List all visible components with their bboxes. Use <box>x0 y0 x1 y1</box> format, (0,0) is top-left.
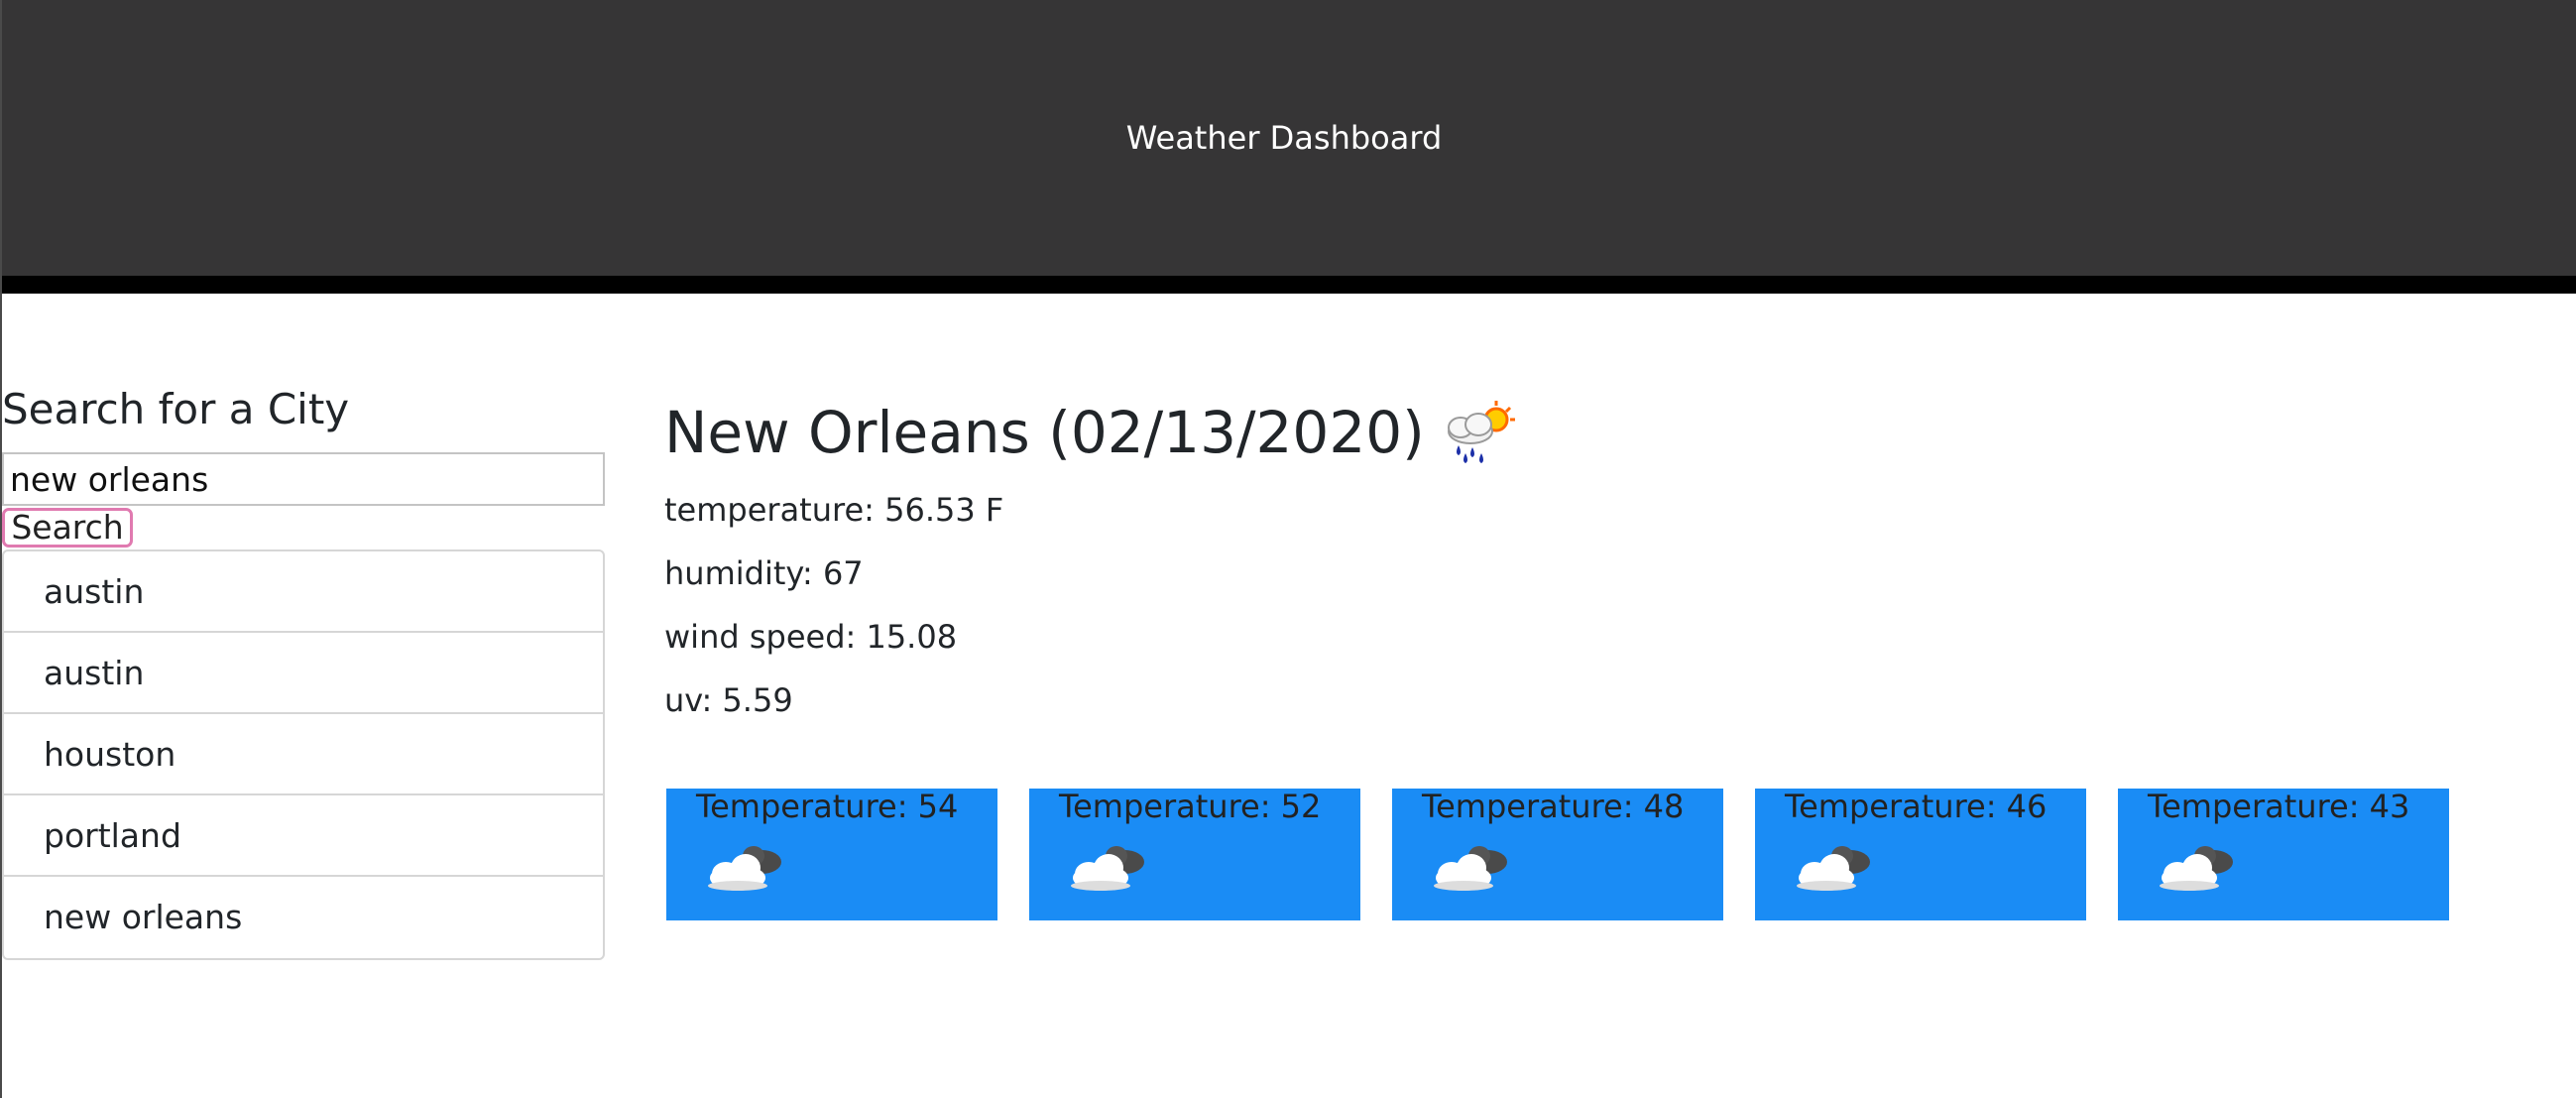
humidity-stat: humidity: 67 <box>664 554 864 592</box>
page: Weather Dashboard Search for a City Sear… <box>0 0 2576 1098</box>
partly-cloudy-icon <box>1797 846 1870 891</box>
header-divider <box>2 276 2576 294</box>
city-history-item[interactable]: houston <box>4 714 603 795</box>
forecast-temperature: Temperature: 46 <box>1785 788 2048 825</box>
rain-sun-cloud-icon <box>1447 401 1515 463</box>
forecast-temperature: Temperature: 52 <box>1059 788 1322 825</box>
forecast-card: Temperature: 46 <box>1755 789 2086 920</box>
temperature-stat: temperature: 56.53 F <box>664 491 1004 529</box>
header: Weather Dashboard <box>2 0 2576 276</box>
partly-cloudy-icon <box>708 846 781 891</box>
forecast-temperature: Temperature: 43 <box>2148 788 2410 825</box>
forecast-card: Temperature: 52 <box>1029 789 1360 920</box>
forecast-card: Temperature: 54 <box>666 789 997 920</box>
current-weather: New Orleans (02/13/2020) temperature: 56… <box>664 393 1518 732</box>
forecast-card: Temperature: 43 <box>2118 789 2449 920</box>
city-history-item[interactable]: new orleans <box>4 877 603 958</box>
city-history-list: austin austin houston portland new orlea… <box>2 549 605 960</box>
current-city-heading: New Orleans (02/13/2020) <box>664 393 1518 472</box>
wind-speed-stat: wind speed: 15.08 <box>664 618 958 656</box>
current-city-title: New Orleans (02/13/2020) <box>664 399 1425 466</box>
forecast-card: Temperature: 48 <box>1392 789 1723 920</box>
search-button[interactable]: Search <box>2 508 133 548</box>
sidebar: Search for a City Search austin austin h… <box>2 385 605 960</box>
forecast-temperature: Temperature: 54 <box>696 788 959 825</box>
forecast-temperature: Temperature: 48 <box>1422 788 1685 825</box>
uv-stat: uv: 5.59 <box>664 681 793 719</box>
partly-cloudy-icon <box>1071 846 1144 891</box>
city-history-item[interactable]: austin <box>4 551 603 633</box>
city-search-input[interactable] <box>2 452 605 506</box>
five-day-forecast: Temperature: 54 Temperature: 52 Temperat… <box>666 789 2449 920</box>
page-title: Weather Dashboard <box>1125 119 1443 157</box>
partly-cloudy-icon <box>2160 846 2233 891</box>
city-history-item[interactable]: portland <box>4 795 603 877</box>
search-heading: Search for a City <box>2 385 350 433</box>
partly-cloudy-icon <box>1434 846 1507 891</box>
city-history-item[interactable]: austin <box>4 633 603 714</box>
